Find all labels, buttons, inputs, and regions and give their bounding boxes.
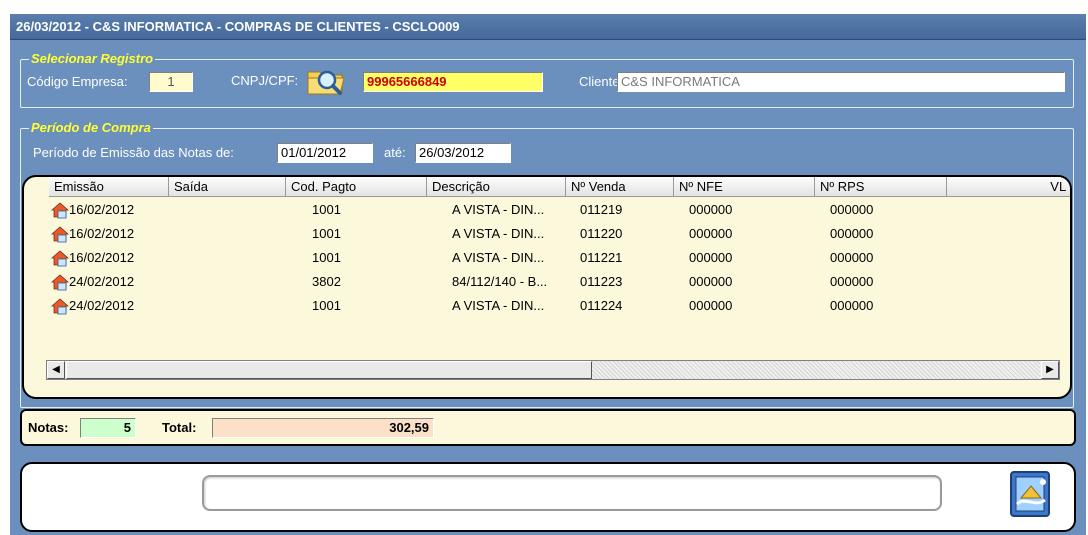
progress-bar xyxy=(202,475,942,511)
cell-n-venda: 011224 xyxy=(580,298,623,313)
cell-cod-pagto: 3802 xyxy=(312,274,341,289)
cell-n-rps: 000000 xyxy=(830,274,874,289)
cell-n-rps: 000000 xyxy=(830,226,874,241)
cell-n-rps: 000000 xyxy=(830,202,874,217)
cell-cod-pagto: 1001 xyxy=(312,250,341,265)
totals-bar: Notas: 5 Total: 302,59 xyxy=(20,409,1076,446)
total-value-field: 302,59 xyxy=(212,418,434,438)
grid-header: Emissão Saída Cod. Pagto Descrição Nº Ve… xyxy=(49,177,1070,197)
exit-button[interactable] xyxy=(1007,468,1055,520)
selecionar-registro-group: Selecionar Registro Código Empresa: 1 CN… xyxy=(20,51,1074,108)
window-title: 26/03/2012 - C&S INFORMATICA - COMPRAS D… xyxy=(10,14,1086,40)
cell-cod-pagto: 1001 xyxy=(312,298,341,313)
notas-count-field: 5 xyxy=(80,418,136,438)
house-document-icon xyxy=(51,202,69,219)
exit-door-icon xyxy=(1010,471,1050,517)
column-header-emissao[interactable]: Emissão xyxy=(49,177,169,197)
house-document-icon xyxy=(51,250,69,267)
scrollbar-thumb[interactable] xyxy=(66,361,592,379)
cell-emissao: 24/02/2012 xyxy=(69,298,135,313)
column-header-saida[interactable]: Saída xyxy=(169,177,286,197)
table-row[interactable]: 24/02/2012 1001 A VISTA - DIN... 011224 … xyxy=(24,294,1070,318)
cell-emissao: 16/02/2012 xyxy=(69,250,135,265)
compras-grid[interactable]: Emissão Saída Cod. Pagto Descrição Nº Ve… xyxy=(22,175,1072,399)
cell-n-venda: 011219 xyxy=(580,202,623,217)
column-header-n-nfe[interactable]: Nº NFE xyxy=(674,177,815,197)
periodo-ate-label: até: xyxy=(384,145,406,160)
notas-label: Notas: xyxy=(28,420,69,435)
cell-emissao: 16/02/2012 xyxy=(69,202,135,217)
periodo-emissao-label: Período de Emissão das Notas de: xyxy=(33,145,234,160)
cnpj-label: CNPJ/CPF: xyxy=(231,73,299,88)
periodo-to-field[interactable]: 26/03/2012 xyxy=(415,143,511,163)
cell-descricao: A VISTA - DIN... xyxy=(452,298,545,313)
cell-n-nfe: 000000 xyxy=(689,298,733,313)
cell-emissao: 16/02/2012 xyxy=(69,226,135,241)
column-header-descricao[interactable]: Descrição xyxy=(427,177,566,197)
main-window: 26/03/2012 - C&S INFORMATICA - COMPRAS D… xyxy=(10,14,1086,535)
column-header-cod-pagto[interactable]: Cod. Pagto xyxy=(286,177,427,197)
cell-n-venda: 011220 xyxy=(580,226,623,241)
total-label: Total: xyxy=(162,420,197,435)
column-header-n-rps[interactable]: Nº RPS xyxy=(815,177,947,197)
scroll-right-arrow-icon[interactable]: ▶ xyxy=(1041,361,1059,379)
scroll-left-arrow-icon[interactable]: ◀ xyxy=(47,361,65,379)
cell-cod-pagto: 1001 xyxy=(312,202,341,217)
house-document-icon xyxy=(51,226,69,243)
cell-cod-pagto: 1001 xyxy=(312,226,341,241)
cliente-field[interactable]: C&S INFORMATICA xyxy=(617,72,1065,92)
periodo-from-field[interactable]: 01/01/2012 xyxy=(277,143,373,163)
cell-n-nfe: 000000 xyxy=(689,202,733,217)
scrollbar-track[interactable] xyxy=(592,361,1040,379)
table-row[interactable]: 24/02/2012 3802 84/112/140 - B... 011223… xyxy=(24,270,1070,294)
table-row[interactable]: 16/02/2012 1001 A VISTA - DIN... 011221 … xyxy=(24,246,1070,270)
magnifier-folder-icon[interactable] xyxy=(306,64,346,96)
periodo-compra-legend: Período de Compra xyxy=(29,120,153,136)
cell-emissao: 24/02/2012 xyxy=(69,274,135,289)
selecionar-registro-legend: Selecionar Registro xyxy=(29,51,156,67)
cell-n-rps: 000000 xyxy=(830,298,874,313)
cell-n-nfe: 000000 xyxy=(689,274,733,289)
cell-n-nfe: 000000 xyxy=(689,250,733,265)
cell-descricao: 84/112/140 - B... xyxy=(452,274,548,289)
house-document-icon xyxy=(51,298,69,315)
house-document-icon xyxy=(51,274,69,291)
bottom-panel xyxy=(20,462,1076,532)
codigo-empresa-label: Código Empresa: xyxy=(27,74,128,89)
grid-horizontal-scrollbar[interactable]: ◀ ▶ xyxy=(46,360,1060,380)
cell-n-venda: 011223 xyxy=(580,274,623,289)
cell-descricao: A VISTA - DIN... xyxy=(452,226,545,241)
cell-descricao: A VISTA - DIN... xyxy=(452,250,545,265)
cell-n-venda: 011221 xyxy=(580,250,623,265)
cnpj-field[interactable]: 99965666849 xyxy=(363,72,543,92)
column-header-n-venda[interactable]: Nº Venda xyxy=(566,177,674,197)
cell-descricao: A VISTA - DIN... xyxy=(452,202,545,217)
codigo-empresa-field[interactable]: 1 xyxy=(149,72,193,92)
cell-n-nfe: 000000 xyxy=(689,226,733,241)
cell-n-rps: 000000 xyxy=(830,250,874,265)
table-row[interactable]: 16/02/2012 1001 A VISTA - DIN... 011220 … xyxy=(24,222,1070,246)
column-header-vl-s[interactable]: VL S xyxy=(947,177,1070,197)
table-row[interactable]: 16/02/2012 1001 A VISTA - DIN... 011219 … xyxy=(24,198,1070,222)
